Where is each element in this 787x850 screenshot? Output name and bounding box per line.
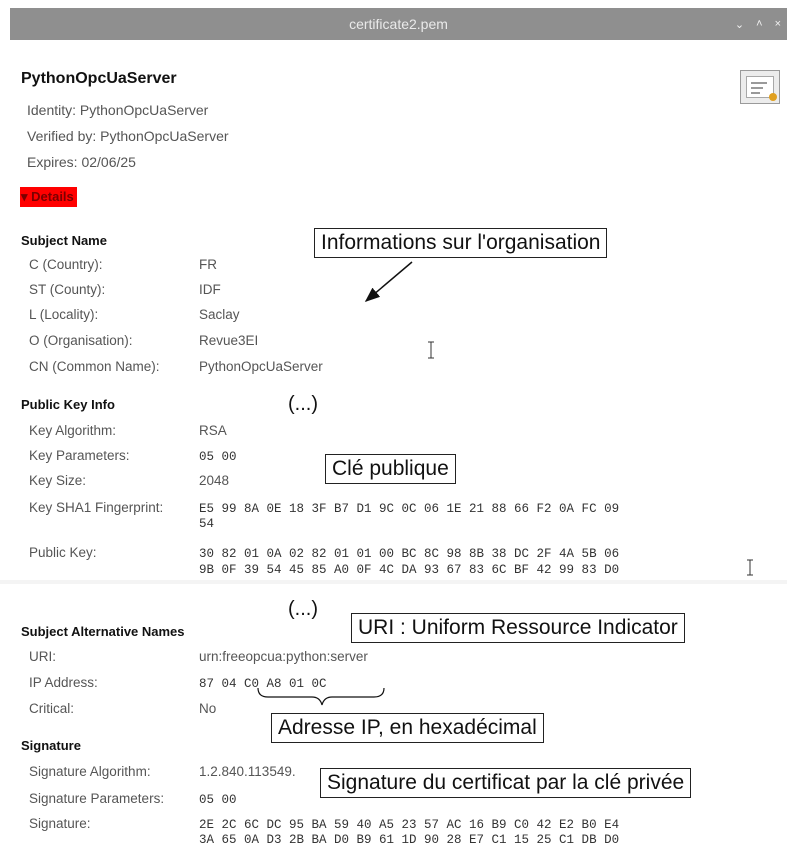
subject-name-heading: Subject Name bbox=[21, 233, 107, 248]
key-parameters-value: 05 00 bbox=[199, 450, 237, 464]
key-fingerprint-label: Key SHA1 Fingerprint: bbox=[29, 500, 164, 515]
subject-alt-names-heading: Subject Alternative Names bbox=[21, 624, 185, 639]
window-controls: ⌄ ˄ × bbox=[735, 8, 781, 40]
signature-parameters-label: Signature Parameters: bbox=[29, 791, 165, 806]
uri-label: URI: bbox=[29, 649, 56, 664]
text-cursor-icon-2 bbox=[747, 559, 753, 576]
locality-value: Saclay bbox=[199, 307, 240, 322]
common-name-label: CN (Common Name): bbox=[29, 359, 160, 374]
key-fingerprint-line1: E5 99 8A 0E 18 3F B7 D1 9C 0C 06 1E 21 8… bbox=[199, 502, 620, 516]
common-name-value: PythonOpcUaServer bbox=[199, 359, 323, 374]
window-title: certificate2.pem bbox=[349, 16, 448, 32]
key-algorithm-label: Key Algorithm: bbox=[29, 423, 117, 438]
certificate-icon bbox=[740, 70, 780, 104]
critical-value: No bbox=[199, 701, 217, 716]
ip-address-value: 87 04 C0 A8 01 0C bbox=[199, 677, 327, 691]
signature-algorithm-value: 1.2.840.113549. bbox=[199, 764, 296, 779]
key-algorithm-value: RSA bbox=[199, 423, 227, 438]
critical-label: Critical: bbox=[29, 701, 75, 716]
country-label: C (Country): bbox=[29, 257, 103, 272]
signature-algorithm-label: Signature Algorithm: bbox=[29, 764, 151, 779]
public-key-line1: 30 82 01 0A 02 82 01 01 00 BC 8C 98 8B 3… bbox=[199, 547, 620, 561]
public-key-label: Public Key: bbox=[29, 545, 97, 560]
signature-heading: Signature bbox=[21, 738, 81, 753]
text-cursor-icon bbox=[428, 341, 434, 359]
window-titlebar: certificate2.pem ⌄ ˄ × bbox=[10, 8, 787, 40]
public-key-callout: Clé publique bbox=[325, 454, 456, 484]
close-icon[interactable]: × bbox=[775, 18, 781, 30]
signature-line1: 2E 2C 6C DC 95 BA 59 40 A5 23 57 AC 16 B… bbox=[199, 818, 620, 832]
county-label: ST (County): bbox=[29, 282, 106, 297]
organisation-callout: Informations sur l'organisation bbox=[314, 228, 608, 258]
country-value: FR bbox=[199, 257, 217, 272]
cropped-gap bbox=[0, 580, 787, 584]
ip-address-label: IP Address: bbox=[29, 675, 98, 690]
identity-text: Identity: PythonOpcUaServer bbox=[27, 102, 209, 118]
maximize-icon[interactable]: ˄ bbox=[756, 18, 762, 30]
organisation-arrow bbox=[364, 261, 413, 302]
key-size-label: Key Size: bbox=[29, 473, 87, 488]
signature-callout: Signature du certificat par la clé privé… bbox=[320, 768, 692, 798]
signature-parameters-value: 05 00 bbox=[199, 793, 237, 807]
ellipsis-marker-2: (...) bbox=[288, 598, 318, 620]
key-fingerprint-line2: 54 bbox=[199, 517, 215, 531]
certificate-name: PythonOpcUaServer bbox=[21, 70, 177, 87]
signature-line2: 3A 65 0A D3 2B BA D0 B9 61 1D 90 28 E7 C… bbox=[199, 833, 620, 847]
county-value: IDF bbox=[199, 282, 221, 297]
details-toggle[interactable]: ▾ Details bbox=[20, 187, 77, 207]
public-key-line2: 9B 0F 39 54 45 85 A0 0F 4C DA 93 67 83 6… bbox=[199, 563, 620, 577]
uri-value: urn:freeopcua:python:server bbox=[199, 649, 368, 664]
organisation-value: Revue3EI bbox=[199, 333, 259, 348]
seal-icon bbox=[769, 93, 777, 101]
signature-label: Signature: bbox=[29, 816, 91, 831]
verified-by-text: Verified by: PythonOpcUaServer bbox=[27, 128, 229, 144]
minimize-icon[interactable]: ⌄ bbox=[735, 18, 744, 31]
uri-callout: URI : Uniform Ressource Indicator bbox=[351, 613, 685, 643]
key-parameters-label: Key Parameters: bbox=[29, 448, 130, 463]
locality-label: L (Locality): bbox=[29, 307, 99, 322]
expires-text: Expires: 02/06/25 bbox=[27, 154, 136, 170]
ip-hex-callout: Adresse IP, en hexadécimal bbox=[271, 713, 544, 743]
public-key-info-heading: Public Key Info bbox=[21, 397, 115, 412]
key-size-value: 2048 bbox=[199, 473, 230, 488]
organisation-label: O (Organisation): bbox=[29, 333, 133, 348]
ellipsis-marker-1: (...) bbox=[288, 393, 318, 415]
